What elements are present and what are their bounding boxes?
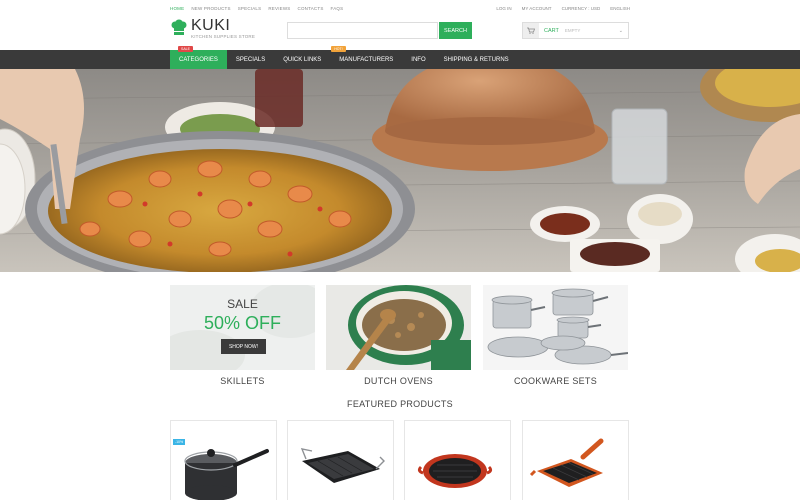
top-link-new-products[interactable]: NEW PRODUCTS xyxy=(191,6,230,11)
account-links: LOG IN MY ACCOUNT CURRENCY : USD ENGLISH xyxy=(496,6,630,11)
product-card-griddle[interactable] xyxy=(287,420,394,500)
top-link-faqs[interactable]: FAQS xyxy=(331,6,344,11)
nav-info[interactable]: INFO xyxy=(402,50,434,69)
currency-select[interactable]: CURRENCY : USD xyxy=(562,6,601,11)
product-card-saucepan[interactable]: -10% xyxy=(170,420,277,500)
search-button[interactable]: SEARCH xyxy=(439,22,472,39)
top-links: HOME NEW PRODUCTS SPECIALS REVIEWS CONTA… xyxy=(170,6,343,11)
cookware-sets-tile[interactable] xyxy=(483,285,628,370)
main-nav: SALE CATEGORIES SPECIALS QUICK LINKS HOT… xyxy=(0,46,800,69)
cart-widget[interactable]: CART EMPTY ⌄ xyxy=(522,22,629,39)
nav-quick-links[interactable]: QUICK LINKS xyxy=(274,50,330,69)
nav-info-label: INFO xyxy=(411,56,426,63)
logo-tagline: KITCHEN SUPPLIES STORE xyxy=(191,34,256,39)
dutch-oven-image xyxy=(326,285,471,370)
chevron-down-icon: ⌄ xyxy=(618,27,623,34)
login-link[interactable]: LOG IN xyxy=(496,6,511,11)
nav-shipping-label: SHIPPING & RETURNS xyxy=(443,56,509,63)
nav-shipping-returns[interactable]: SHIPPING & RETURNS xyxy=(435,50,518,69)
product-card-round-grill-pan[interactable] xyxy=(404,420,511,500)
nav-specials[interactable]: SPECIALS xyxy=(227,50,274,69)
logo-name: KUKI xyxy=(191,17,231,34)
discount-badge: -10% xyxy=(173,439,185,445)
nav-categories[interactable]: SALE CATEGORIES xyxy=(170,46,227,69)
cart-icon xyxy=(523,23,539,38)
nav-manufacturers[interactable]: HOT! MANUFACTURERS xyxy=(330,46,402,69)
category-label-skillets[interactable]: SKILLETS xyxy=(170,376,315,386)
product-card-square-grill-pan[interactable] xyxy=(522,420,629,500)
sale-heading: SALE xyxy=(227,297,258,311)
sale-promo-tile[interactable]: SALE 50% OFF SHOP NOW! xyxy=(170,285,315,370)
cart-label: CART xyxy=(544,27,559,34)
nav-quick-links-label: QUICK LINKS xyxy=(283,56,322,63)
top-link-home[interactable]: HOME xyxy=(170,6,184,11)
nav-categories-label: CATEGORIES xyxy=(179,56,218,63)
shop-now-button[interactable]: SHOP NOW! xyxy=(221,339,266,354)
hero-paella-image xyxy=(0,69,800,272)
category-label-cookware-sets[interactable]: COOKWARE SETS xyxy=(483,376,628,386)
cookware-set-image xyxy=(483,285,628,370)
sale-badge: SALE xyxy=(178,46,193,52)
dutch-ovens-tile[interactable] xyxy=(326,285,471,370)
top-link-reviews[interactable]: REVIEWS xyxy=(268,6,290,11)
top-link-specials[interactable]: SPECIALS xyxy=(238,6,262,11)
saucepan-image xyxy=(184,449,269,500)
hero-banner[interactable] xyxy=(0,69,800,272)
round-grill-pan-image xyxy=(417,454,493,488)
griddle-image xyxy=(300,448,385,483)
cart-status: EMPTY xyxy=(564,28,581,33)
chef-hat-icon xyxy=(171,19,187,35)
nav-manufacturers-label: MANUFACTURERS xyxy=(339,56,394,63)
sale-percent: 50% OFF xyxy=(203,313,282,333)
hot-badge: HOT! xyxy=(331,46,346,52)
category-label-dutch-ovens[interactable]: DUTCH OVENS xyxy=(326,376,471,386)
store-logo[interactable]: KUKI KITCHEN SUPPLIES STORE xyxy=(171,17,271,41)
search-input[interactable] xyxy=(287,22,438,39)
featured-products-title: FEATURED PRODUCTS xyxy=(347,399,453,409)
square-grill-pan-image xyxy=(529,438,604,487)
language-select[interactable]: ENGLISH xyxy=(610,6,630,11)
top-link-contacts[interactable]: CONTACTS xyxy=(298,6,324,11)
nav-specials-label: SPECIALS xyxy=(235,56,266,63)
my-account-link[interactable]: MY ACCOUNT xyxy=(522,6,552,11)
